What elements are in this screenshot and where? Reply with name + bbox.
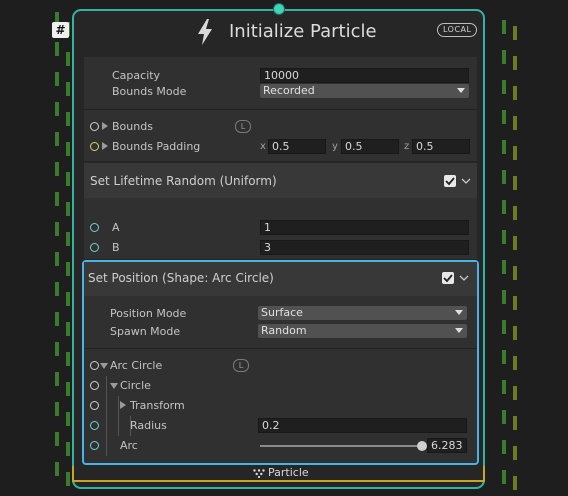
bounds-padding-x-field[interactable]: 0.5	[268, 139, 326, 154]
spawn-mode-row: Spawn Mode Random	[84, 323, 477, 341]
node-header[interactable]: Initialize Particle LOCAL	[74, 11, 483, 55]
circle-label: Circle	[120, 379, 151, 392]
checkmark-icon	[443, 274, 453, 283]
chevron-down-icon[interactable]	[461, 178, 471, 184]
radius-row: Radius 0.2	[84, 417, 477, 435]
a-label: A	[112, 221, 120, 234]
transform-label: Transform	[130, 399, 185, 412]
b-field[interactable]: 3	[260, 240, 469, 255]
radius-field[interactable]: 0.2	[258, 418, 467, 433]
transform-input-port[interactable]	[90, 401, 99, 410]
expand-arrow-icon[interactable]	[120, 401, 126, 409]
bounds-padding-z-field[interactable]: 0.5	[412, 139, 470, 154]
set-lifetime-block[interactable]: Set Lifetime Random (Uniform) A 1 B 3	[84, 163, 477, 259]
bounds-label: Bounds	[112, 120, 153, 133]
flow-input-port[interactable]	[273, 3, 285, 15]
flow-edge-left-inner	[66, 22, 70, 492]
flow-edge-right-inner	[502, 20, 506, 490]
collapse-arrow-icon[interactable]	[110, 383, 118, 389]
y-label: y	[332, 141, 338, 152]
set-position-block[interactable]: Set Position (Shape: Arc Circle) Positio…	[82, 260, 479, 465]
position-mode-dropdown[interactable]: Surface	[258, 306, 467, 320]
block-title: Set Position (Shape: Arc Circle)	[88, 271, 274, 285]
bounds-mode-label: Bounds Mode	[112, 85, 187, 98]
arc-label: Arc	[120, 439, 138, 452]
particle-output-label: Particle	[268, 466, 309, 479]
position-mode-value: Surface	[261, 306, 303, 319]
node-title: Initialize Particle	[229, 21, 377, 42]
arc-circle-row: Arc Circle L	[84, 357, 477, 375]
circle-input-port[interactable]	[90, 381, 99, 390]
divider	[84, 348, 477, 349]
flow-edge-right-outer	[513, 26, 517, 496]
capacity-field[interactable]: 10000	[260, 68, 469, 83]
position-mode-label: Position Mode	[110, 307, 187, 320]
block-enable-checkbox[interactable]	[444, 175, 456, 187]
system-hashtag-badge[interactable]: #	[52, 22, 69, 38]
radius-label: Radius	[130, 419, 167, 432]
block-enable-checkbox[interactable]	[442, 272, 454, 284]
bounds-mode-dropdown[interactable]: Recorded	[260, 84, 469, 98]
expand-arrow-icon[interactable]	[102, 142, 108, 150]
flow-edge-left-outer	[55, 12, 59, 482]
spawn-mode-value: Random	[261, 324, 307, 337]
arc-input-port[interactable]	[90, 441, 99, 450]
arc-row: Arc 6.283	[84, 437, 477, 455]
local-space-badge[interactable]: LOCAL	[437, 23, 478, 37]
spawn-mode-dropdown[interactable]: Random	[258, 324, 467, 338]
bounds-mode-row: Bounds Mode Recorded	[84, 83, 477, 101]
b-label: B	[112, 241, 120, 254]
block-header[interactable]: Set Position (Shape: Arc Circle)	[84, 262, 477, 296]
b-input-port[interactable]	[90, 243, 99, 252]
position-mode-row: Position Mode Surface	[84, 305, 477, 323]
bolt-icon	[198, 19, 212, 45]
local-space-badge-small[interactable]: L	[233, 359, 249, 372]
arc-slider-track[interactable]	[260, 445, 424, 447]
dropdown-arrow-icon	[457, 88, 465, 93]
dropdown-arrow-icon	[455, 310, 463, 315]
capacity-label: Capacity	[112, 69, 161, 82]
bounds-mode-value: Recorded	[263, 84, 315, 97]
x-label: x	[260, 141, 266, 152]
dropdown-arrow-icon	[455, 328, 463, 333]
arc-slider-knob[interactable]	[417, 441, 427, 451]
bounds-padding-label: Bounds Padding	[112, 140, 201, 153]
circle-row: Circle	[84, 377, 477, 395]
bounds-padding-row: Bounds Padding x 0.5 y 0.5 z 0.5	[84, 138, 477, 156]
transform-row: Transform	[84, 397, 477, 415]
lifetime-a-row: A 1	[84, 219, 477, 237]
chevron-down-icon[interactable]	[459, 275, 469, 281]
bounds-row: Bounds L	[84, 118, 477, 136]
arc-circle-input-port[interactable]	[90, 361, 99, 370]
a-field[interactable]: 1	[260, 220, 469, 235]
radius-input-port[interactable]	[90, 421, 99, 430]
block-title: Set Lifetime Random (Uniform)	[90, 174, 277, 188]
bounds-padding-y-field[interactable]: 0.5	[341, 139, 399, 154]
z-label: z	[404, 141, 410, 152]
a-input-port[interactable]	[90, 223, 99, 232]
particle-dots-icon	[253, 469, 265, 478]
bounds-padding-input-port[interactable]	[90, 142, 99, 151]
arc-value-field[interactable]: 6.283	[427, 438, 467, 453]
spawn-mode-label: Spawn Mode	[110, 325, 181, 338]
divider	[84, 109, 477, 110]
local-space-badge-small[interactable]: L	[235, 120, 251, 133]
init-settings-section: Capacity 10000 Bounds Mode Recorded Boun…	[84, 57, 477, 161]
arc-circle-label: Arc Circle	[110, 359, 163, 372]
checkmark-icon	[445, 177, 455, 186]
collapse-arrow-icon[interactable]	[100, 363, 108, 369]
expand-arrow-icon[interactable]	[102, 122, 108, 130]
bounds-input-port[interactable]	[90, 122, 99, 131]
block-header[interactable]: Set Lifetime Random (Uniform)	[84, 163, 477, 198]
lifetime-b-row: B 3	[84, 239, 477, 257]
initialize-particle-node[interactable]: Initialize Particle LOCAL Capacity 10000…	[72, 9, 485, 489]
